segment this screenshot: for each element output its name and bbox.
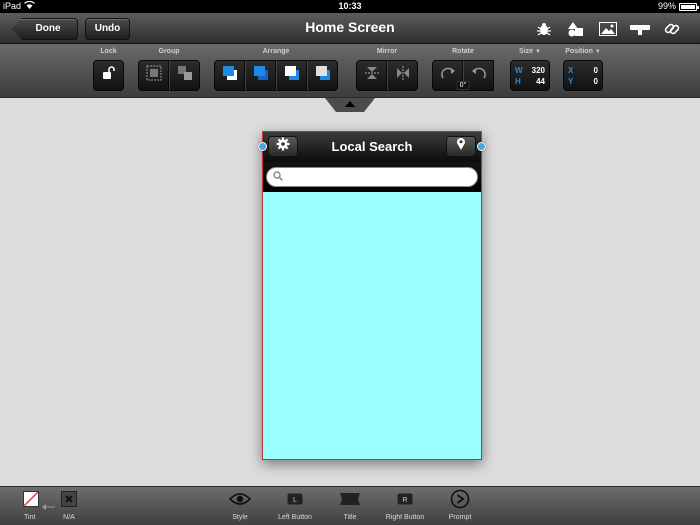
ungroup-button[interactable] <box>169 60 200 91</box>
x-value: 0 <box>593 66 598 75</box>
right-button-item[interactable]: R Right Button <box>380 490 430 521</box>
toolbar-icon[interactable] <box>630 20 650 38</box>
mirror-horizontal-icon <box>395 65 411 86</box>
image-icon[interactable] <box>598 20 618 38</box>
rotate-group: Rotate 0° <box>432 47 494 91</box>
left-button-icon: L <box>287 492 303 511</box>
mirror-group: Mirror <box>356 47 418 91</box>
prompt-item[interactable]: Prompt <box>435 489 485 521</box>
arrange-label: Arrange <box>262 48 290 55</box>
title-item[interactable]: Title <box>325 490 375 521</box>
search-icon <box>273 168 283 186</box>
send-to-back-icon <box>314 65 332 86</box>
group-group: Group <box>138 47 200 91</box>
mirror-label: Mirror <box>376 48 398 55</box>
y-axis-label: Y <box>568 77 574 86</box>
group-label: Group <box>158 48 180 55</box>
size-label: Size <box>519 48 534 55</box>
prompt-icon <box>450 489 470 514</box>
search-field[interactable] <box>266 167 478 187</box>
caret-down-icon[interactable]: ▼ <box>535 49 541 55</box>
nav-bar: Done Undo Home Screen <box>0 13 700 44</box>
bring-to-front-button[interactable] <box>214 60 245 91</box>
arrow-up-icon <box>345 101 355 107</box>
unlocked-padlock-icon <box>102 66 116 85</box>
resize-handle-left[interactable] <box>258 142 267 151</box>
svg-text:R: R <box>402 497 407 504</box>
position-group: Position ▼ X 0 Y 0 <box>563 47 603 91</box>
style-label: Style <box>232 514 248 521</box>
width-axis-label: W <box>515 66 523 75</box>
na-label: N/A <box>63 514 75 521</box>
size-group: Size ▼ W 320 H 44 <box>510 47 550 91</box>
x-axis-label: X <box>568 66 574 75</box>
search-input[interactable] <box>283 169 477 185</box>
preview-search-bar <box>263 162 481 192</box>
group-button[interactable] <box>138 60 169 91</box>
bring-to-front-icon <box>221 65 239 86</box>
arrange-group: Arrange <box>214 47 338 91</box>
toolbar-collapse-handle[interactable] <box>325 98 375 112</box>
status-time: 10:33 <box>338 1 362 11</box>
preview-right-button[interactable] <box>446 136 476 157</box>
bug-icon[interactable] <box>534 20 554 38</box>
bottom-toolbar: Tint N/A Style L Left Button Title R Rig… <box>0 486 700 525</box>
right-button-label: Right Button <box>385 514 425 521</box>
preview-nav-bar[interactable]: Local Search <box>263 132 481 162</box>
battery-icon <box>679 2 699 11</box>
close-icon <box>61 490 77 512</box>
mirror-vertical-icon <box>364 65 380 86</box>
right-button-icon: R <box>397 492 413 511</box>
screen-preview[interactable]: Local Search <box>262 131 482 460</box>
send-backward-icon <box>283 65 301 86</box>
left-button-item[interactable]: L Left Button <box>270 490 320 521</box>
lock-label: Lock <box>100 48 117 55</box>
rotate-left-icon <box>440 66 456 85</box>
style-item[interactable]: Style <box>215 490 265 521</box>
shapes-icon[interactable] <box>566 20 586 38</box>
height-value: 44 <box>536 77 545 86</box>
prompt-label: Prompt <box>448 514 472 521</box>
rotate-label: Rotate <box>452 48 474 55</box>
left-button-label: Left Button <box>278 514 312 521</box>
title-icon <box>338 492 362 511</box>
svg-text:L: L <box>293 497 297 504</box>
mirror-vertical-button[interactable] <box>356 60 387 91</box>
no-color-swatch-icon <box>23 490 39 512</box>
position-label: Position <box>565 48 593 55</box>
width-value: 320 <box>531 66 545 75</box>
size-field[interactable]: W 320 H 44 <box>510 60 550 91</box>
rotate-right-icon <box>471 66 487 85</box>
location-pin-icon <box>456 137 466 156</box>
unlock-button[interactable] <box>93 60 124 91</box>
link-icon[interactable] <box>662 20 682 38</box>
caret-down-icon[interactable]: ▼ <box>595 49 601 55</box>
height-axis-label: H <box>515 77 521 86</box>
y-value: 0 <box>593 77 598 86</box>
lock-group: Lock <box>93 47 124 91</box>
na-item[interactable]: N/A <box>44 490 94 521</box>
property-toolbar: Lock Group Arrange Mirror Rotate 0° Size… <box>0 44 700 98</box>
resize-handle-right[interactable] <box>477 142 486 151</box>
ungroup-icon <box>177 65 193 86</box>
group-icon <box>146 65 162 86</box>
title-label: Title <box>343 514 357 521</box>
battery-percent: 99% <box>657 1 676 11</box>
bring-forward-icon <box>252 65 270 86</box>
mirror-horizontal-button[interactable] <box>387 60 418 91</box>
eye-icon <box>228 492 252 511</box>
send-to-back-button[interactable] <box>307 60 338 91</box>
status-bar: iPad 10:33 99% <box>0 0 700 13</box>
position-field[interactable]: X 0 Y 0 <box>563 60 603 91</box>
send-backward-button[interactable] <box>276 60 307 91</box>
bring-forward-button[interactable] <box>245 60 276 91</box>
rotation-value: 0° <box>456 81 470 90</box>
